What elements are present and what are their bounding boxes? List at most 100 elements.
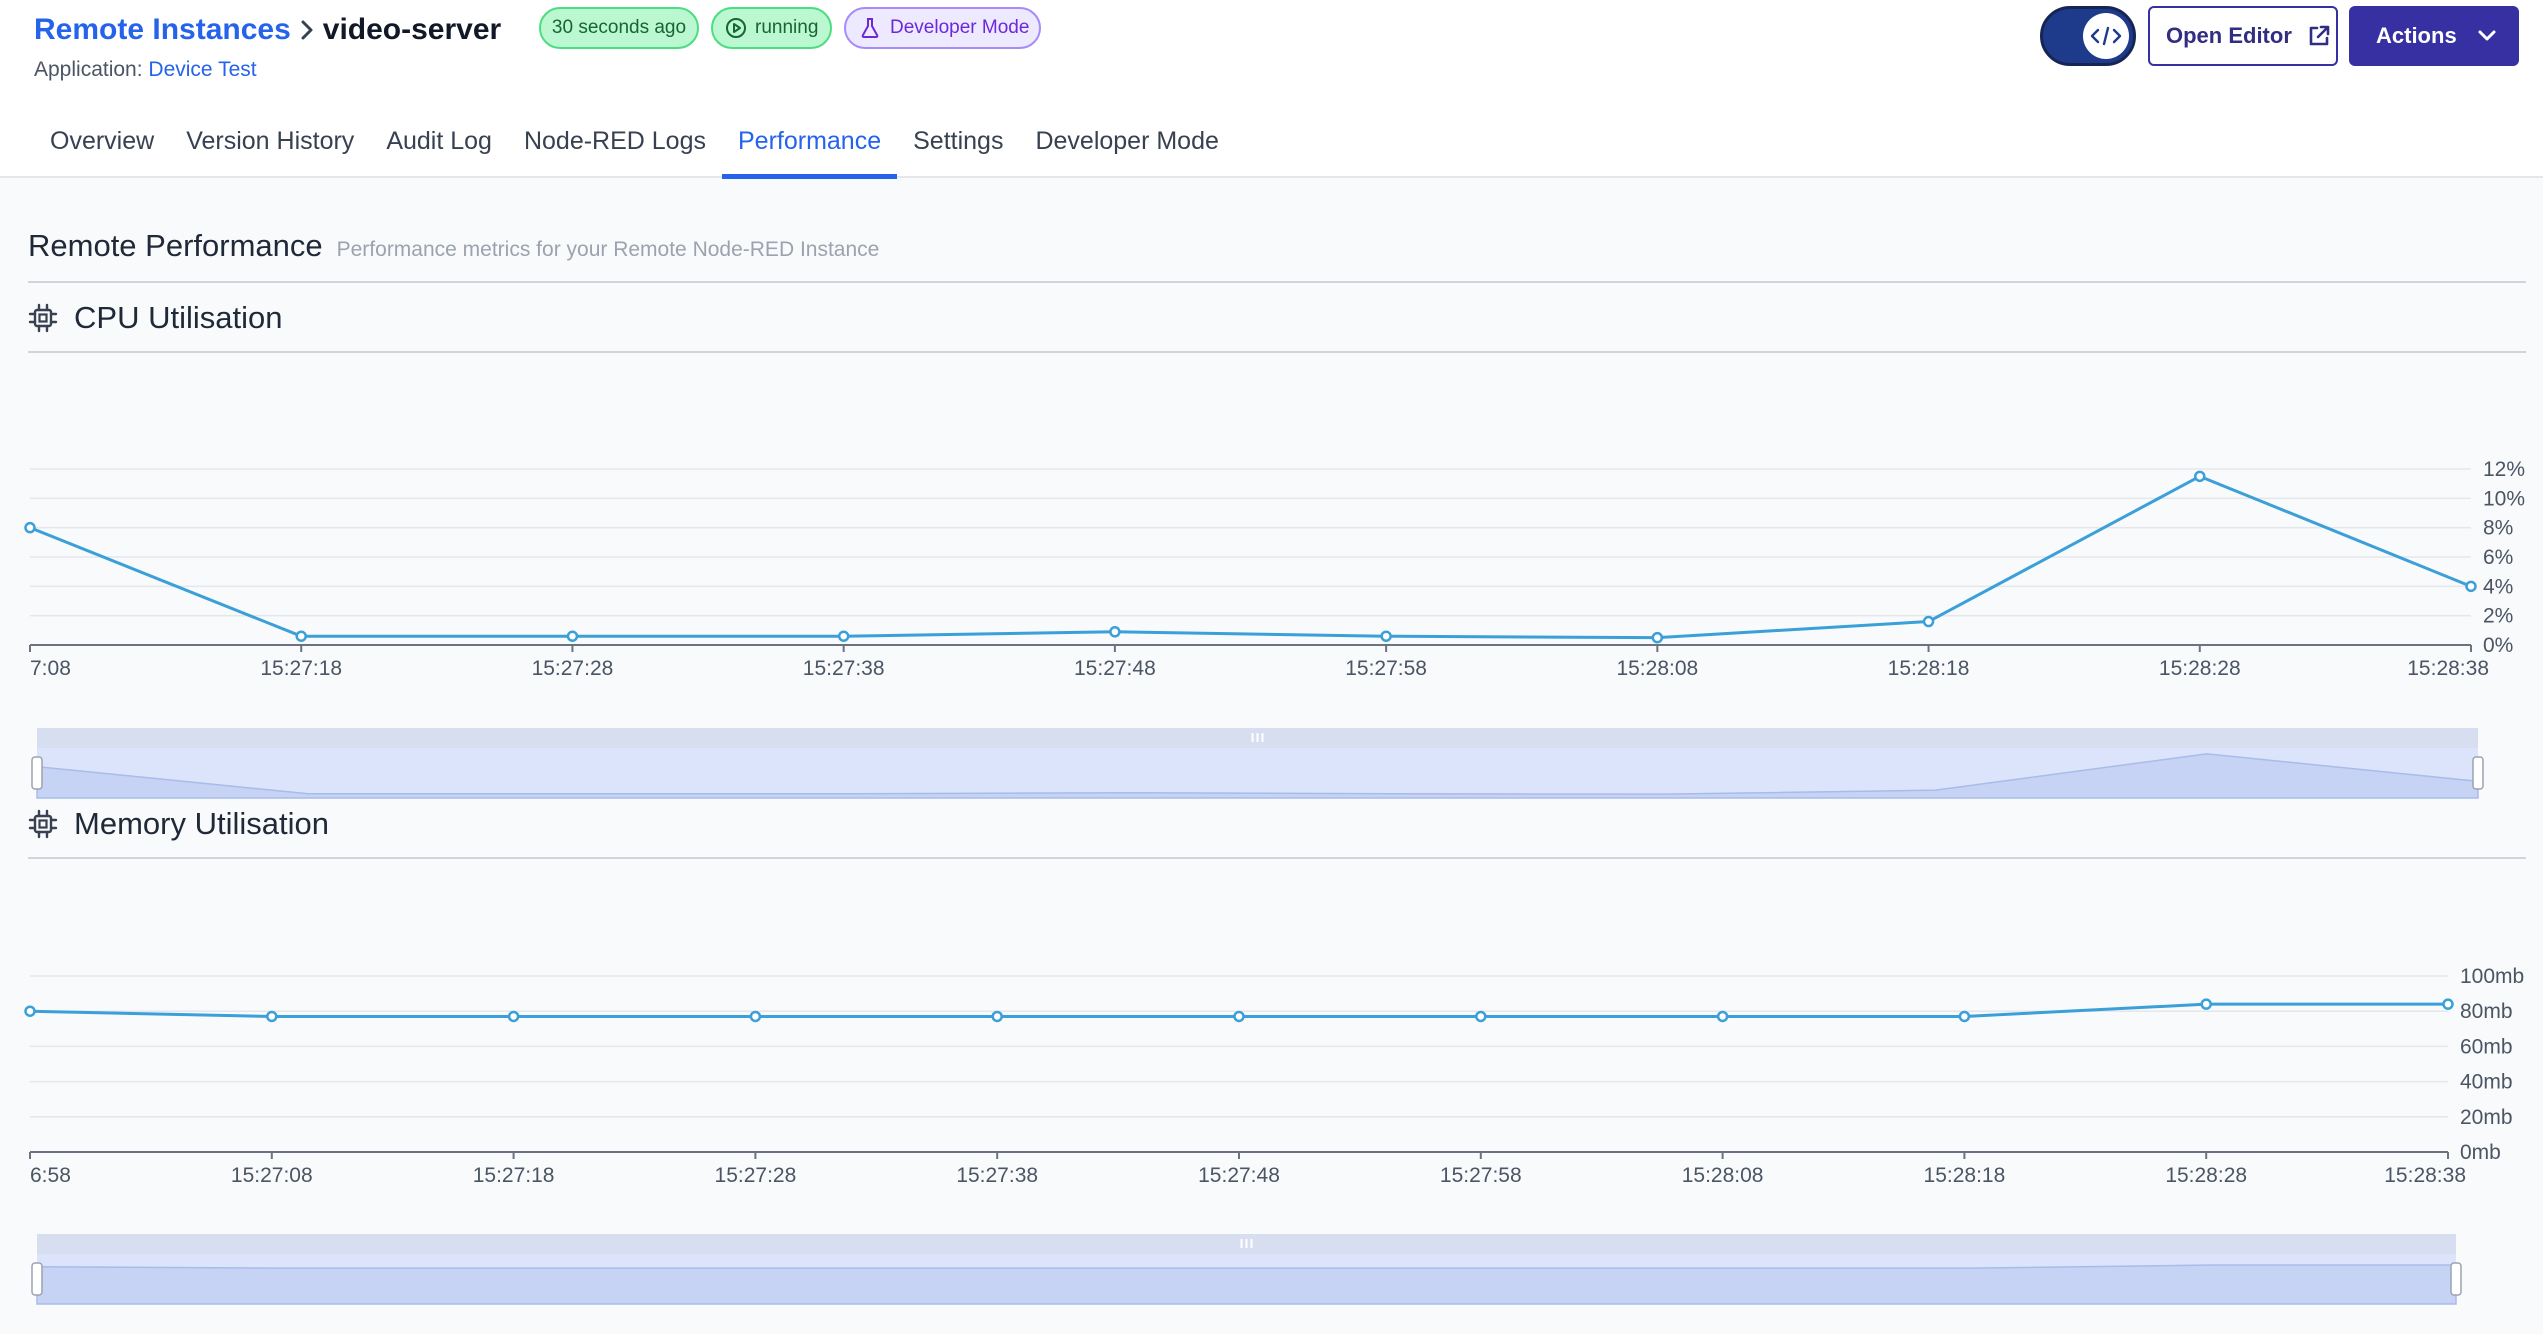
- x-tick-label: 15:27:28: [715, 1164, 797, 1187]
- data-point: [1475, 1010, 1487, 1023]
- chevron-right-icon: [299, 19, 315, 41]
- x-tick-label: 15:27:18: [260, 657, 342, 680]
- status-badge: running: [711, 7, 832, 49]
- y-tick-label: 12%: [2483, 458, 2525, 481]
- tab-settings[interactable]: Settings: [897, 118, 1019, 178]
- cpu-utilisation-chart: 0% 2% 4% 6% 8% 10% 12% 7:08 15:27:18 15:27:28 15:2…: [24, 458, 2525, 799]
- data-point: [2200, 998, 2212, 1010]
- x-tick-label: 15:28:18: [1924, 1164, 2006, 1187]
- status-badge-label: running: [755, 17, 819, 38]
- developer-mode-badge-label: Developer Mode: [890, 17, 1030, 38]
- y-tick-label: 40mb: [2460, 1071, 2513, 1094]
- x-tick-label: 15:28:28: [2165, 1164, 2247, 1187]
- x-tick-label: 15:27:38: [803, 657, 885, 680]
- x-tick-label: 15:27:48: [1074, 657, 1156, 680]
- tab-audit-log[interactable]: Audit Log: [370, 118, 508, 178]
- data-point: [1716, 1010, 1729, 1023]
- x-tick-label: 15:28:08: [1616, 657, 1698, 680]
- data-point: [1233, 1010, 1245, 1023]
- y-tick-label: 60mb: [2460, 1035, 2513, 1058]
- page-title: video-server: [322, 13, 502, 46]
- cpu-chart-header: CPU Utilisation: [28, 300, 282, 336]
- open-editor-button[interactable]: Open Editor: [2148, 6, 2338, 66]
- open-editor-label: Open Editor: [2166, 23, 2292, 48]
- cpu-chart-title: CPU Utilisation: [74, 300, 283, 335]
- data-point: [1380, 630, 1392, 642]
- external-link-icon: [2309, 25, 2330, 46]
- application-line: Application: Device Test: [34, 58, 257, 82]
- memory-utilisation-chart: 0mb 20mb 40mb 60mb 80mb 100mb 6:58 15:27:08 15:2…: [24, 965, 2524, 1305]
- data-point: [1958, 1010, 1971, 1023]
- x-tick-label: 15:28:08: [1682, 1164, 1764, 1187]
- memory-chart-header: Memory Utilisation: [28, 806, 329, 842]
- y-tick-label: 2%: [2483, 605, 2513, 628]
- data-point: [2194, 470, 2206, 483]
- developer-mode-toggle[interactable]: [2040, 6, 2136, 66]
- x-tick-label: 15:28:38: [2384, 1164, 2466, 1187]
- x-tick-label: 15:27:28: [532, 657, 614, 680]
- x-tick-label: 15:28:18: [1888, 657, 1970, 680]
- tab-bar: Overview Version History Audit Log Node-…: [34, 118, 1235, 179]
- tab-version-history[interactable]: Version History: [170, 118, 370, 178]
- tab-developer-mode[interactable]: Developer Mode: [1019, 118, 1234, 178]
- y-tick-label: 20mb: [2460, 1106, 2513, 1129]
- data-point: [1109, 626, 1121, 638]
- application-label: Application:: [34, 58, 143, 81]
- data-point: [24, 521, 36, 534]
- y-tick-label: 0mb: [2460, 1141, 2501, 1164]
- x-tick-label: 15:28:28: [2159, 657, 2241, 680]
- play-circle-icon: [726, 18, 746, 38]
- chevron-down-icon: [2478, 30, 2496, 41]
- zoom-handle-left[interactable]: [31, 756, 43, 790]
- tab-overview[interactable]: Overview: [34, 118, 170, 178]
- x-tick-label: 6:58: [30, 1164, 71, 1187]
- data-point: [837, 630, 850, 642]
- developer-mode-badge: Developer Mode: [844, 7, 1041, 49]
- y-tick-label: 10%: [2483, 487, 2525, 510]
- y-tick-label: 100mb: [2460, 965, 2524, 988]
- beaker-icon: [861, 18, 879, 38]
- zoom-preview-area: [36, 1264, 2457, 1305]
- zoom-handle-right[interactable]: [2472, 756, 2484, 790]
- data-point: [991, 1010, 1003, 1023]
- last-seen-badge: 30 seconds ago: [539, 7, 699, 49]
- tab-performance[interactable]: Performance: [721, 118, 898, 179]
- code-icon: [2083, 13, 2129, 59]
- data-point: [566, 630, 579, 642]
- data-point: [2465, 580, 2477, 593]
- x-tick-label: 7:08: [30, 657, 71, 680]
- x-tick-label: 15:27:38: [956, 1164, 1038, 1187]
- x-tick-label: 15:27:58: [1440, 1164, 1522, 1187]
- application-link[interactable]: Device Test: [148, 58, 256, 81]
- zoom-handle-left[interactable]: [31, 1262, 43, 1296]
- y-tick-label: 6%: [2483, 546, 2513, 569]
- x-tick-label: 15:28:38: [2407, 657, 2489, 680]
- memory-chart-divider: [28, 857, 2526, 859]
- y-tick-label: 8%: [2483, 517, 2513, 540]
- x-tick-label: 15:27:18: [473, 1164, 555, 1187]
- zoom-handle-right[interactable]: [2450, 1262, 2462, 1296]
- memory-chart-title: Memory Utilisation: [74, 806, 329, 841]
- data-point: [24, 1005, 36, 1017]
- section-divider: [28, 281, 2526, 283]
- breadcrumb: Remote Instances video-server: [34, 10, 501, 50]
- data-point: [1651, 631, 1664, 644]
- x-tick-label: 15:27:48: [1198, 1164, 1280, 1187]
- data-point: [2442, 998, 2454, 1010]
- x-tick-label: 15:27:58: [1345, 657, 1427, 680]
- breadcrumb-remote-instances-link[interactable]: Remote Instances: [34, 13, 291, 47]
- x-tick-label: 15:27:08: [231, 1164, 313, 1187]
- page-header: Remote Instances video-server 30 seconds…: [0, 0, 2543, 179]
- data-point: [749, 1010, 762, 1023]
- data-point: [295, 630, 307, 642]
- data-point: [266, 1010, 278, 1023]
- section-subtitle: Performance metrics for your Remote Node…: [336, 238, 880, 261]
- chip-icon: [28, 303, 58, 333]
- tab-node-red-logs[interactable]: Node-RED Logs: [508, 118, 722, 178]
- cpu-chart-divider: [28, 351, 2526, 353]
- actions-button[interactable]: Actions: [2349, 6, 2519, 66]
- y-tick-label: 0%: [2483, 634, 2513, 657]
- y-tick-label: 4%: [2483, 575, 2513, 598]
- section-header: Remote Performance Performance metrics f…: [28, 228, 879, 264]
- section-title: Remote Performance: [28, 228, 323, 263]
